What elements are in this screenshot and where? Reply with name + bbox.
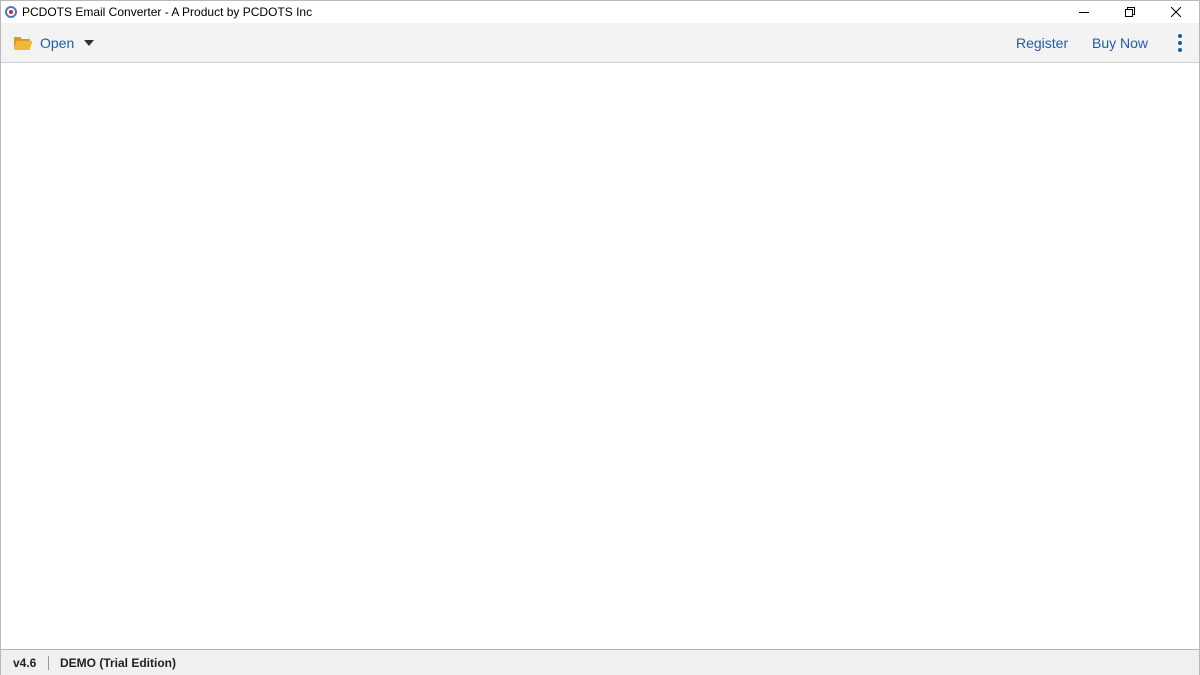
edition-label: DEMO (Trial Edition) bbox=[60, 656, 176, 670]
version-label: v4.6 bbox=[13, 656, 37, 670]
open-label: Open bbox=[40, 35, 75, 51]
window-title: PCDOTS Email Converter - A Product by PC… bbox=[22, 5, 313, 19]
close-icon bbox=[1171, 7, 1181, 17]
minimize-icon bbox=[1079, 12, 1089, 13]
minimize-button[interactable] bbox=[1061, 1, 1107, 23]
title-bar: PCDOTS Email Converter - A Product by PC… bbox=[1, 1, 1199, 23]
main-content-area bbox=[1, 64, 1199, 649]
ellipsis-dot bbox=[1178, 41, 1182, 45]
buy-now-link[interactable]: Buy Now bbox=[1092, 23, 1148, 63]
toolbar: Open Register Buy Now bbox=[1, 23, 1199, 63]
close-button[interactable] bbox=[1153, 1, 1199, 23]
register-link[interactable]: Register bbox=[1016, 23, 1068, 63]
window-controls bbox=[1061, 1, 1199, 23]
vertical-ellipsis-icon[interactable] bbox=[1174, 34, 1186, 52]
app-window: PCDOTS Email Converter - A Product by PC… bbox=[0, 0, 1200, 675]
ellipsis-dot bbox=[1178, 34, 1182, 38]
caret-down-icon[interactable] bbox=[84, 40, 95, 46]
app-logo-icon bbox=[5, 6, 17, 18]
folder-open-icon bbox=[14, 37, 33, 50]
restore-button[interactable] bbox=[1107, 1, 1153, 23]
status-bar: v4.6 DEMO (Trial Edition) bbox=[1, 649, 1199, 675]
open-button[interactable]: Open bbox=[13, 23, 95, 63]
restore-icon bbox=[1125, 7, 1135, 17]
status-divider bbox=[48, 656, 49, 670]
ellipsis-dot bbox=[1178, 48, 1182, 52]
